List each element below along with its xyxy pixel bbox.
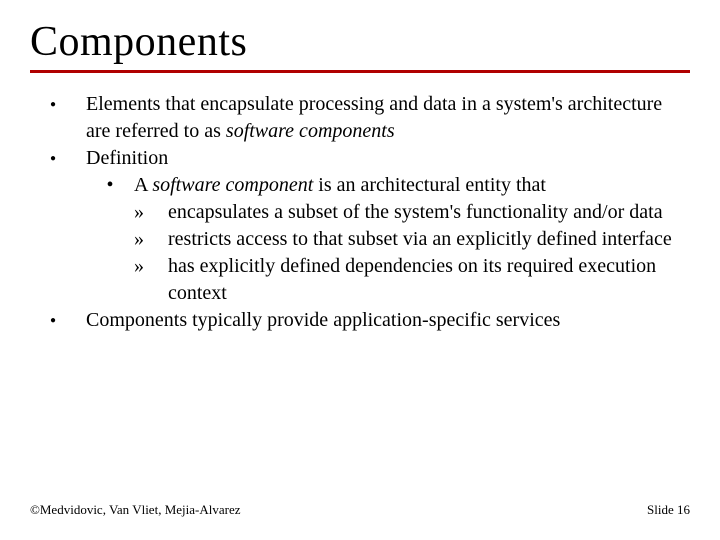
bullet-text: Components typically provide application… — [86, 307, 680, 334]
bullet-text: A software component is an architectural… — [134, 172, 680, 199]
text-run: is an architectural entity that — [313, 174, 546, 196]
bullet-2-1: A software component is an architectural… — [38, 172, 680, 199]
bullet-text: has explicitly defined dependencies on i… — [168, 253, 680, 307]
footer-right: Slide 16 — [647, 502, 690, 518]
slide-content: Elements that encapsulate processing and… — [30, 91, 690, 334]
bullet-icon — [134, 199, 168, 226]
slide-footer: ©Medvidovic, Van Vliet, Mejia-Alvarez Sl… — [30, 502, 690, 518]
bullet-icon — [38, 91, 86, 145]
bullet-icon — [134, 253, 168, 307]
bullet-icon — [38, 145, 86, 172]
text-emphasis: software component — [152, 174, 313, 196]
bullet-text: Definition — [86, 145, 680, 172]
bullet-1: Elements that encapsulate processing and… — [38, 91, 680, 145]
bullet-text: restricts access to that subset via an e… — [168, 226, 680, 253]
bullet-2: Definition — [38, 145, 680, 172]
text-emphasis: software components — [226, 120, 395, 142]
bullet-3: Components typically provide application… — [38, 307, 680, 334]
bullet-text: Elements that encapsulate processing and… — [86, 91, 680, 145]
bullet-2-1-c: has explicitly defined dependencies on i… — [38, 253, 680, 307]
bullet-icon — [86, 172, 134, 199]
slide-title: Components — [30, 18, 690, 66]
bullet-text: encapsulates a subset of the system's fu… — [168, 199, 680, 226]
title-rule — [30, 70, 690, 73]
text-run: A — [134, 174, 152, 196]
bullet-icon — [38, 307, 86, 334]
footer-left: ©Medvidovic, Van Vliet, Mejia-Alvarez — [30, 502, 240, 518]
bullet-icon — [134, 226, 168, 253]
bullet-2-1-a: encapsulates a subset of the system's fu… — [38, 199, 680, 226]
bullet-2-1-b: restricts access to that subset via an e… — [38, 226, 680, 253]
slide: Components Elements that encapsulate pro… — [0, 0, 720, 540]
